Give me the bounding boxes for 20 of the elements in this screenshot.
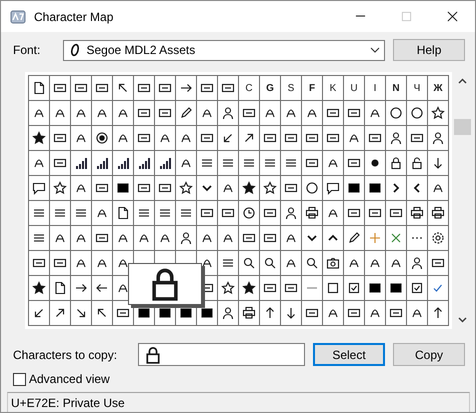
font-dropdown[interactable]: Segoe MDL2 Assets [63,40,386,60]
window-title: Character Map [34,10,114,24]
character-cell[interactable]: C [239,76,259,100]
character-cell[interactable]: S [281,76,301,100]
character-cell[interactable]: G [260,76,280,100]
character-cell[interactable]: F [302,76,322,100]
character-cell[interactable]: Ч [407,76,427,100]
font-name: Segoe MDL2 Assets [86,43,196,57]
advanced-view-label: Advanced view [29,372,110,386]
help-button[interactable]: Help [393,39,465,61]
select-button[interactable]: Select [313,343,385,366]
font-label: Font: [13,43,42,57]
character-cell[interactable]: K [323,76,343,100]
character-cell[interactable]: I [365,76,385,100]
character-cell[interactable]: Ж [428,76,448,100]
character-cell[interactable]: N [386,76,406,100]
character-cell[interactable]: U [344,76,364,100]
characters-to-copy-label: Characters to copy: [13,348,118,362]
status-text: U+E72E: Private Use [11,396,125,410]
copy-button[interactable]: Copy [393,343,465,366]
